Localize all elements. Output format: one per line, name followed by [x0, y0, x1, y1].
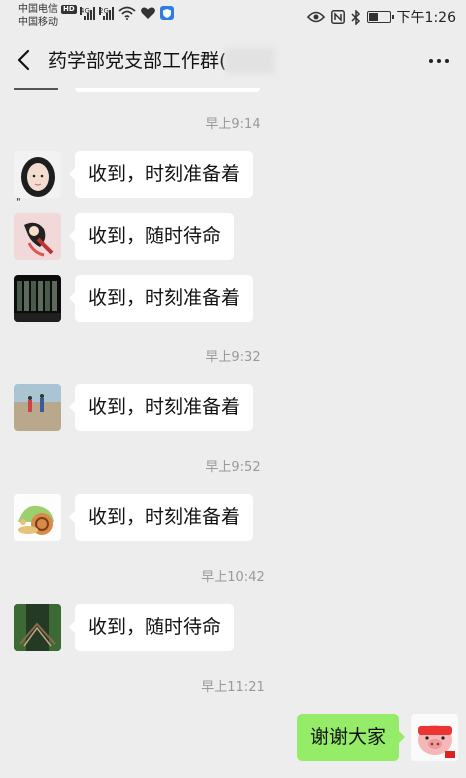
message-row: 收到，时刻准备着 [14, 384, 254, 431]
status-right: 下午1:26 [306, 7, 456, 27]
avatar[interactable] [14, 275, 61, 322]
message-bubble[interactable]: 收到，时刻准备着 [68, 275, 254, 322]
status-bar: 中国电信 HD 中国移动 4G 2G 下午1:26 [0, 0, 466, 34]
wifi-icon [118, 6, 136, 20]
message-row: 收到，随时待命 [14, 213, 235, 260]
heart-icon [141, 7, 155, 19]
previous-bubble-edge [75, 88, 260, 92]
avatar-self[interactable] [411, 714, 458, 761]
message-bubble[interactable]: 收到，随时待命 [68, 604, 235, 651]
title-redaction [225, 48, 275, 74]
avatar[interactable] [14, 384, 61, 431]
timestamp: 早上11:21 [201, 680, 265, 695]
timestamp: 早上9:52 [205, 460, 261, 475]
timestamp: 早上9:14 [205, 117, 261, 132]
shield-app-icon [160, 6, 174, 20]
chat-header: 药学部党支部工作群( [0, 34, 466, 88]
signal-icon: 2G [99, 7, 114, 20]
previous-avatar-edge [14, 88, 58, 90]
carrier-2: 中国移动 [18, 17, 58, 28]
message-row: 收到，时刻准备着 [14, 494, 254, 541]
chat-title[interactable]: 药学部党支部工作群( [48, 48, 226, 74]
message-bubble[interactable]: 收到，时刻准备着 [68, 384, 254, 431]
avatar[interactable] [14, 213, 61, 260]
signal-1-label: 4G [80, 7, 90, 15]
quote-mark: " [16, 197, 21, 208]
message-row: 收到，时刻准备着 [14, 275, 254, 322]
carrier-info: 中国电信 HD 中国移动 [18, 3, 77, 29]
bluetooth-icon [351, 9, 360, 25]
signal-group: 4G 2G [80, 6, 174, 20]
message-bubble[interactable]: 收到，时刻准备着 [68, 494, 254, 541]
message-bubble[interactable]: 收到，随时待命 [68, 213, 235, 260]
signal-2-label: 2G [99, 7, 109, 15]
avatar[interactable] [14, 151, 61, 198]
battery-icon [366, 11, 394, 23]
message-list[interactable]: 早上9:14 收到，时刻准备着 " 收到，随时待命 收到，时刻准备着 早上9:3… [0, 88, 466, 778]
chevron-left-icon[interactable] [14, 46, 34, 74]
nfc-icon [330, 10, 345, 24]
more-dots-icon[interactable] [426, 52, 452, 70]
eye-icon [306, 11, 325, 23]
carrier-1: 中国电信 [18, 4, 58, 15]
message-row-self: 谢谢大家 [296, 714, 458, 761]
signal-icon: 4G [80, 7, 95, 20]
message-row: 收到，随时待命 [14, 604, 235, 651]
message-bubble[interactable]: 收到，时刻准备着 [68, 151, 254, 198]
message-bubble-self[interactable]: 谢谢大家 [296, 714, 406, 761]
clock: 下午1:26 [396, 10, 456, 26]
avatar[interactable] [14, 604, 61, 651]
avatar[interactable] [14, 494, 61, 541]
message-row: 收到，时刻准备着 [14, 151, 254, 198]
timestamp: 早上9:32 [205, 350, 261, 365]
timestamp: 早上10:42 [201, 570, 265, 585]
hd-badge: HD [61, 5, 77, 14]
